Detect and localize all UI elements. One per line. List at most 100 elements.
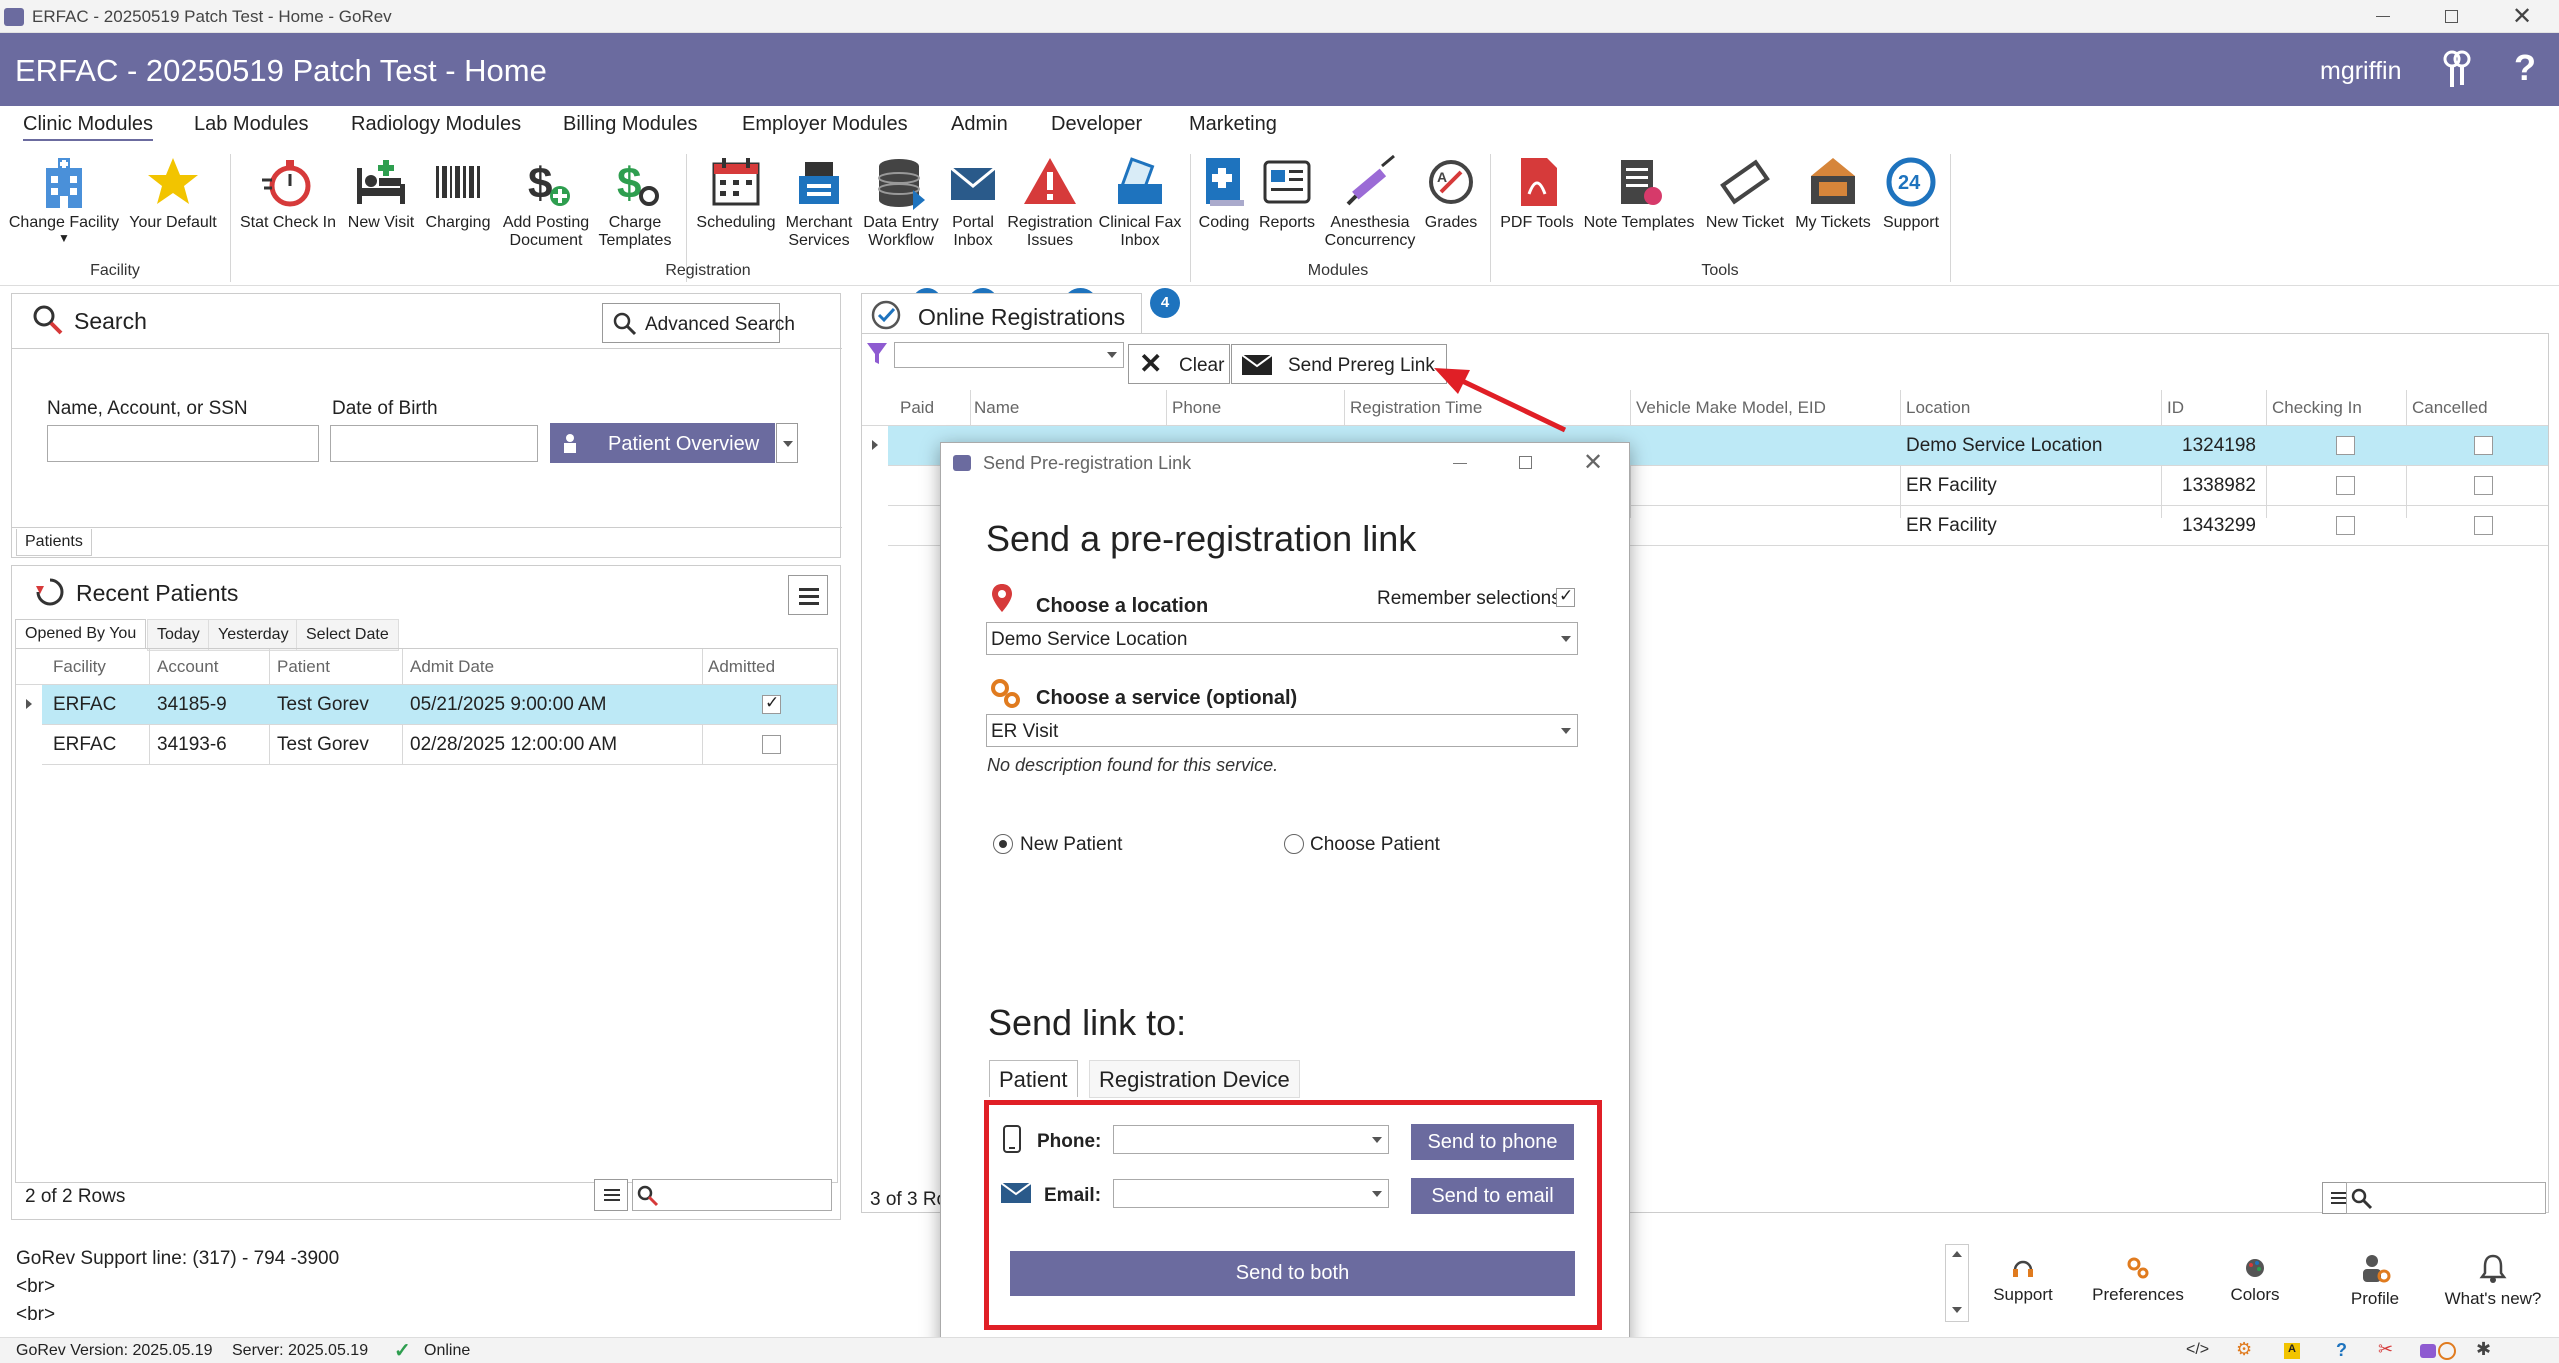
- tab-patient[interactable]: Patient: [989, 1060, 1078, 1097]
- column-header-phone[interactable]: Phone: [1172, 398, 1221, 418]
- send-to-email-button[interactable]: Send to email: [1411, 1178, 1574, 1214]
- tab-select-date[interactable]: Select Date: [296, 619, 399, 651]
- colors-action[interactable]: Colors: [2210, 1256, 2300, 1305]
- column-header-location[interactable]: Location: [1906, 398, 1970, 418]
- tab-radiology-modules[interactable]: Radiology Modules: [351, 113, 521, 136]
- patient-overview-dropdown[interactable]: [776, 423, 798, 463]
- grid-menu-button[interactable]: [594, 1179, 628, 1211]
- your-default-button[interactable]: Your Default: [124, 154, 222, 232]
- checking-in-checkbox[interactable]: [2336, 516, 2355, 535]
- tab-lab-modules[interactable]: Lab Modules: [194, 113, 309, 136]
- cancelled-checkbox[interactable]: [2474, 516, 2493, 535]
- maximize-icon[interactable]: [1519, 456, 1532, 469]
- menu-button[interactable]: [788, 575, 828, 615]
- support-icon[interactable]: [2438, 1342, 2456, 1360]
- new-ticket-button[interactable]: New Ticket: [1700, 154, 1790, 232]
- choose-patient-radio[interactable]: [1284, 834, 1304, 854]
- change-facility-button[interactable]: Change Facility ▼: [8, 154, 120, 244]
- minimize-icon[interactable]: [2376, 16, 2390, 17]
- charge-templates-button[interactable]: $ Charge Templates: [594, 154, 676, 250]
- registration-issues-button[interactable]: Registration Issues: [1002, 154, 1098, 250]
- grid-search-input[interactable]: [2346, 1182, 2546, 1214]
- bug-icon[interactable]: ✱: [2476, 1339, 2491, 1360]
- tools-icon[interactable]: ✂: [2378, 1339, 2393, 1360]
- admitted-checkbox[interactable]: ✓: [762, 693, 781, 714]
- column-header-id[interactable]: ID: [2167, 398, 2184, 418]
- clinical-fax-inbox-button[interactable]: Clinical Fax Inbox: [1098, 154, 1182, 250]
- help-icon[interactable]: ?: [2336, 1340, 2347, 1361]
- column-header-cancelled[interactable]: Cancelled: [2412, 398, 2488, 418]
- support-action[interactable]: Support: [1978, 1256, 2068, 1305]
- scroll-up-icon[interactable]: [1952, 1251, 1962, 1257]
- send-to-both-button[interactable]: Send to both: [1010, 1251, 1575, 1296]
- column-header-facility[interactable]: Facility: [53, 657, 106, 677]
- minimize-icon[interactable]: [1453, 463, 1467, 464]
- data-entry-workflow-button[interactable]: Data Entry Workflow: [858, 154, 944, 250]
- my-tickets-button[interactable]: My Tickets: [1790, 154, 1876, 232]
- column-header-admit-date[interactable]: Admit Date: [410, 657, 494, 677]
- tab-employer-modules[interactable]: Employer Modules: [742, 113, 908, 136]
- preferences-action[interactable]: Preferences: [2088, 1256, 2188, 1305]
- restore-icon[interactable]: [2445, 10, 2458, 23]
- checking-in-checkbox[interactable]: [2336, 476, 2355, 495]
- filter-icon[interactable]: [866, 342, 888, 366]
- location-select[interactable]: Demo Service Location: [986, 622, 1578, 655]
- column-header-account[interactable]: Account: [157, 657, 218, 677]
- anesthesia-concurrency-button[interactable]: Anesthesia Concurrency: [1320, 154, 1420, 250]
- cancelled-checkbox[interactable]: [2474, 436, 2493, 455]
- help-icon[interactable]: ?: [2514, 47, 2536, 89]
- whats-new-action[interactable]: What's new?: [2438, 1252, 2548, 1309]
- cancelled-checkbox[interactable]: [2474, 476, 2493, 495]
- keys-icon[interactable]: [2440, 49, 2474, 89]
- support-button[interactable]: 24 Support: [1876, 154, 1946, 232]
- table-row[interactable]: ERFAC 34193-6 Test Gorev 02/28/2025 12:0…: [16, 725, 837, 764]
- column-header-checking-in[interactable]: Checking In: [2272, 398, 2362, 418]
- profile-action[interactable]: Profile: [2330, 1252, 2420, 1309]
- new-visit-button[interactable]: New Visit: [342, 154, 420, 232]
- scroll-down-icon[interactable]: [1952, 1307, 1962, 1313]
- column-header-admitted[interactable]: Admitted: [708, 657, 775, 677]
- tab-admin[interactable]: Admin: [951, 113, 1008, 136]
- actions-scroll[interactable]: [1945, 1244, 1969, 1322]
- tab-yesterday[interactable]: Yesterday: [208, 619, 299, 651]
- email-select[interactable]: [1113, 1179, 1389, 1208]
- tab-developer[interactable]: Developer: [1051, 113, 1142, 136]
- phone-select[interactable]: [1113, 1125, 1389, 1154]
- admitted-checkbox[interactable]: [762, 735, 781, 754]
- new-patient-radio[interactable]: [993, 834, 1013, 854]
- date-of-birth-input[interactable]: [330, 425, 538, 462]
- add-posting-document-button[interactable]: $ Add Posting Document: [496, 154, 596, 250]
- column-header-vehicle[interactable]: Vehicle Make Model, EID: [1636, 398, 1826, 418]
- code-icon[interactable]: </>: [2186, 1341, 2209, 1359]
- column-header-patient[interactable]: Patient: [277, 657, 330, 677]
- coding-button[interactable]: Coding: [1194, 154, 1254, 232]
- tab-today[interactable]: Today: [147, 619, 210, 651]
- portal-inbox-button[interactable]: Portal Inbox: [944, 154, 1002, 250]
- table-row[interactable]: ERFAC 34185-9 Test Gorev 05/21/2025 9:00…: [16, 685, 837, 724]
- grades-button[interactable]: A Grades: [1416, 154, 1486, 232]
- username[interactable]: mgriffin: [2320, 57, 2402, 86]
- remember-selections-checkbox[interactable]: ✓: [1556, 586, 1575, 607]
- scheduling-button[interactable]: Scheduling: [692, 154, 780, 232]
- font-icon[interactable]: A: [2284, 1343, 2300, 1359]
- column-header-name[interactable]: Name: [974, 398, 1019, 418]
- column-header-paid[interactable]: Paid: [900, 398, 934, 418]
- tab-patients[interactable]: Patients: [16, 529, 92, 556]
- service-select[interactable]: ER Visit: [986, 714, 1578, 747]
- note-templates-button[interactable]: Note Templates: [1578, 154, 1700, 232]
- reports-button[interactable]: Reports: [1254, 154, 1320, 232]
- clear-button[interactable]: ✕ Clear: [1128, 344, 1230, 384]
- tab-registration-device[interactable]: Registration Device: [1089, 1060, 1300, 1098]
- grid-search-input[interactable]: [632, 1179, 832, 1211]
- tab-clinic-modules[interactable]: Clinic Modules: [23, 113, 154, 141]
- patient-overview-button[interactable]: Patient Overview: [550, 423, 775, 463]
- tab-opened-by-you[interactable]: Opened By You: [15, 619, 147, 648]
- settings-icon[interactable]: ⚙: [2236, 1339, 2252, 1360]
- name-account-ssn-input[interactable]: [47, 425, 319, 462]
- close-icon[interactable]: ✕: [2512, 2, 2532, 31]
- tab-marketing[interactable]: Marketing: [1189, 113, 1277, 136]
- charging-button[interactable]: Charging: [420, 154, 496, 232]
- advanced-search-button[interactable]: Advanced Search: [602, 303, 795, 343]
- merchant-services-button[interactable]: Merchant Services: [776, 154, 862, 250]
- close-icon[interactable]: ✕: [1583, 448, 1603, 477]
